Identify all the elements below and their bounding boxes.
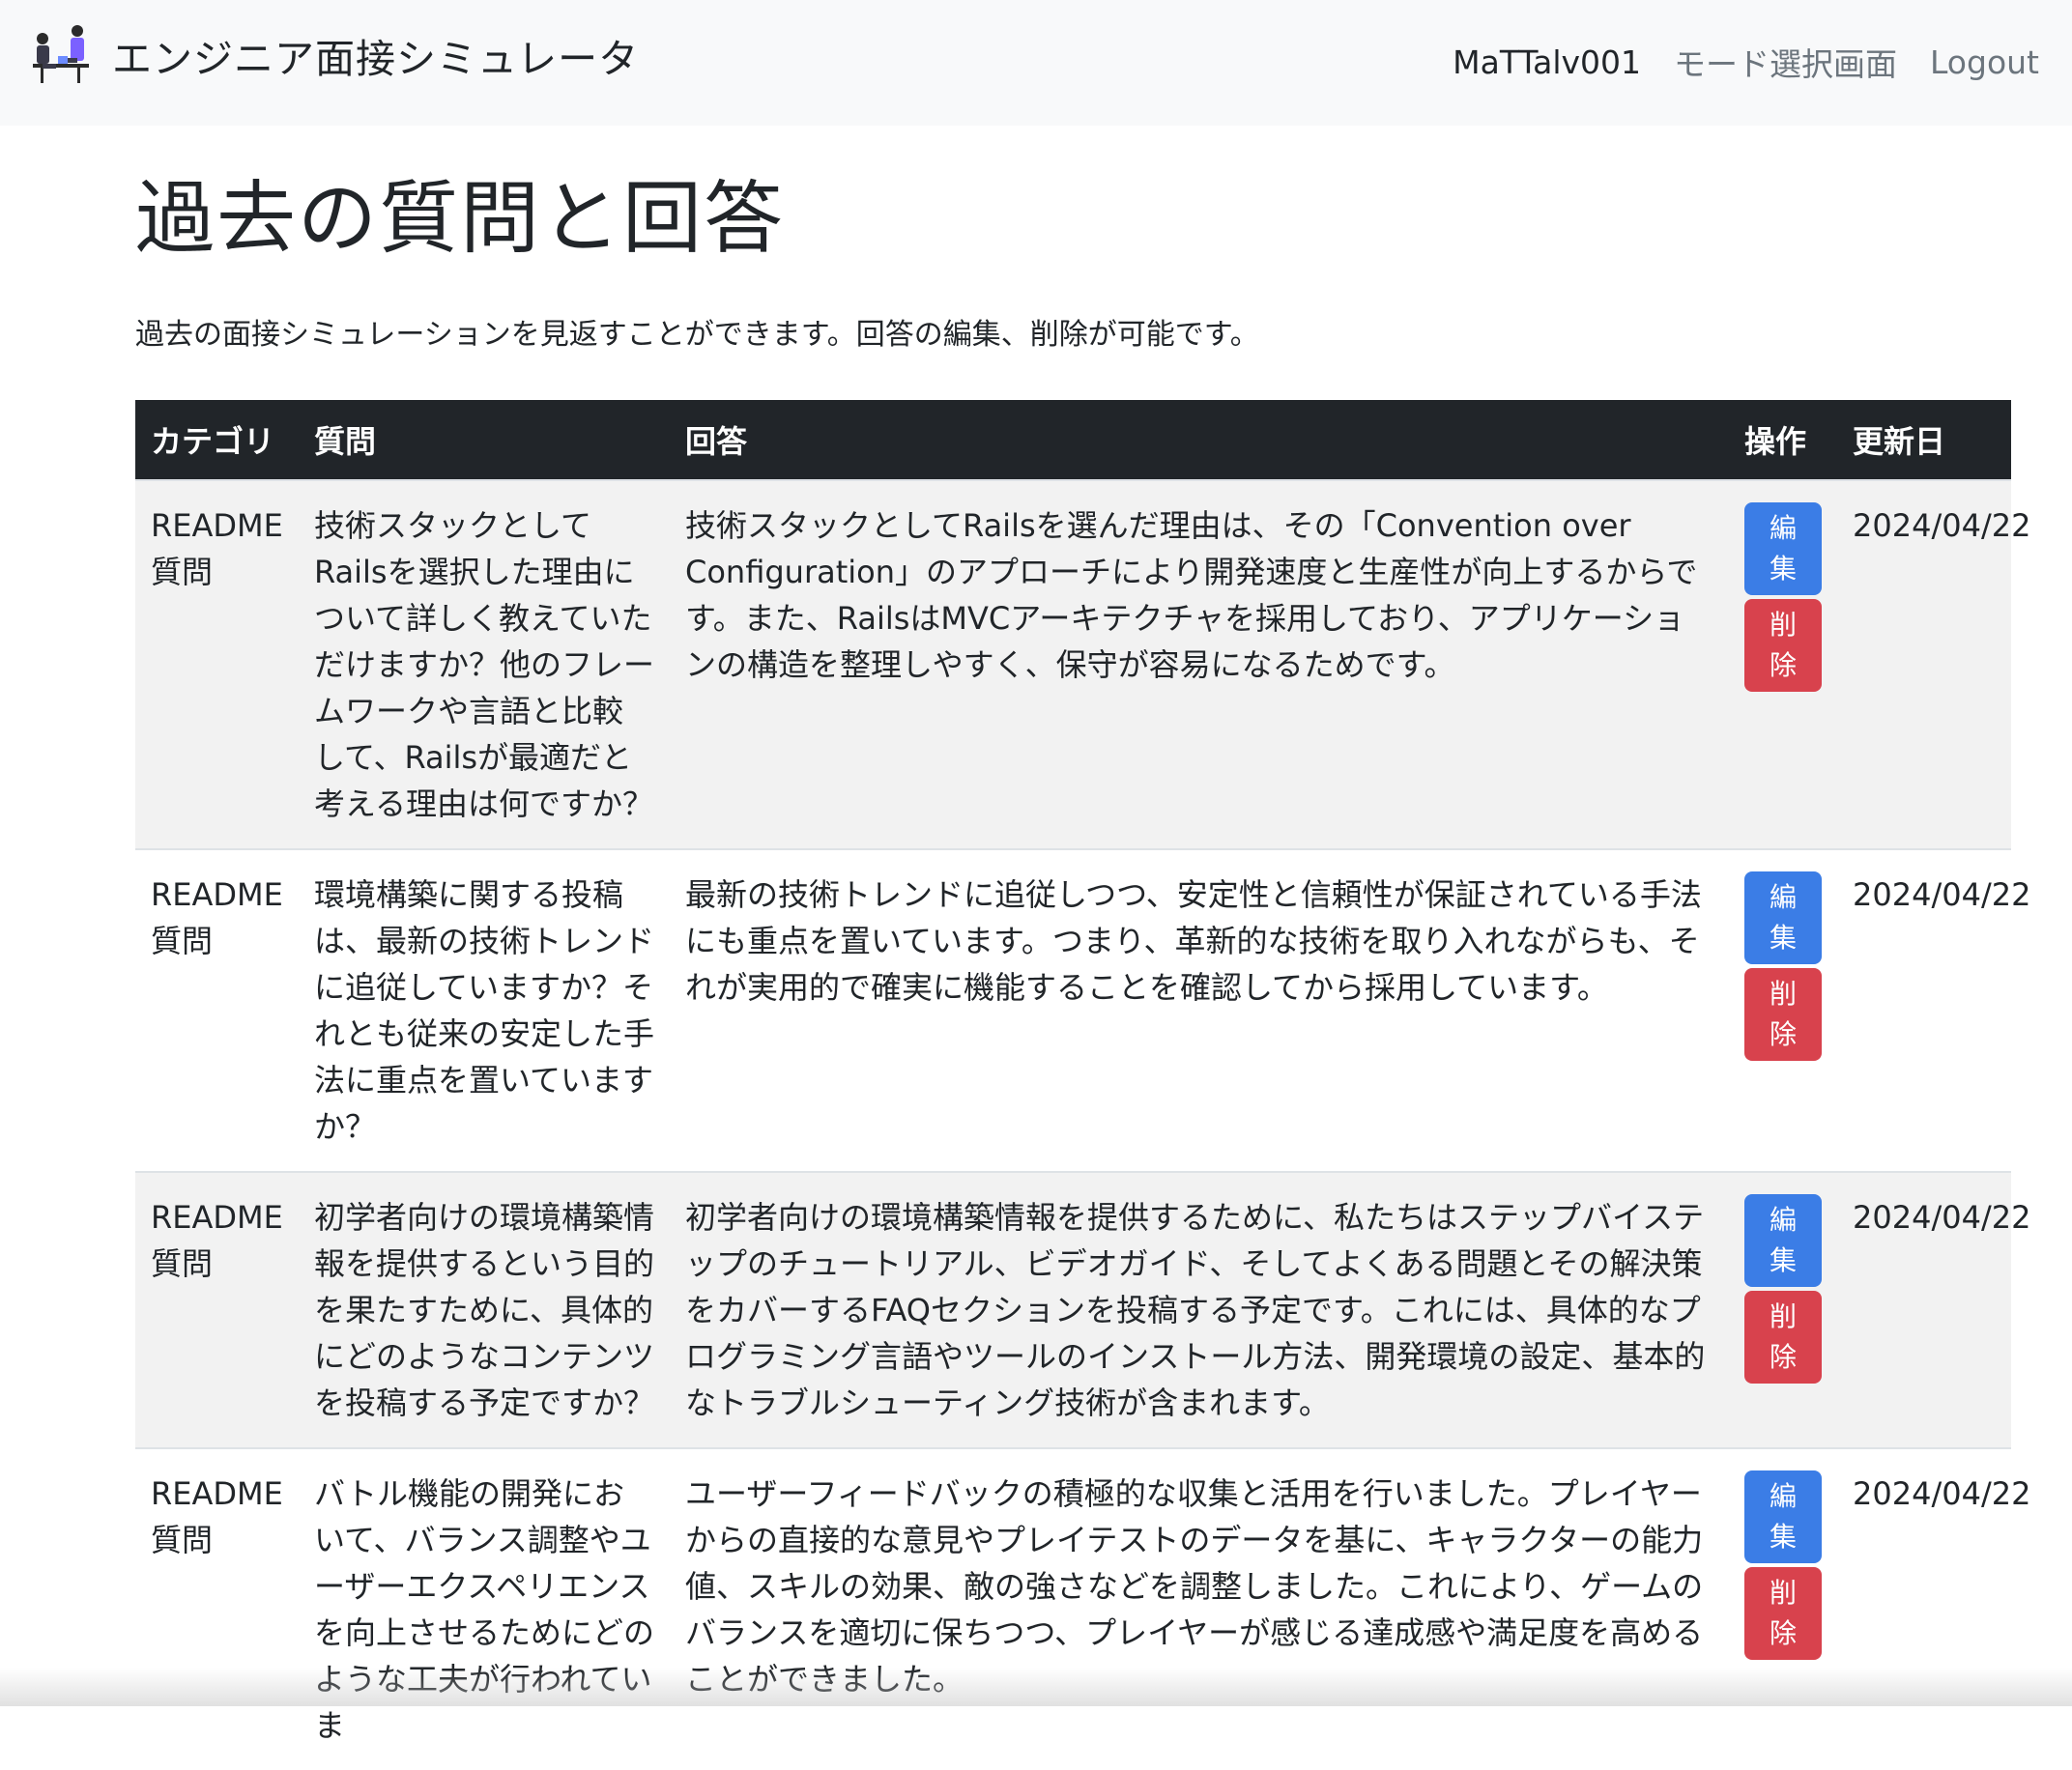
table-row: README質問 初学者向けの環境構築情報を提供するという目的を果たすために、具… — [135, 1171, 2030, 1448]
cell-answer: 最新の技術トレンドに追従しつつ、安定性と信頼性が保証されている手法にも重点を置い… — [670, 848, 1729, 1172]
header-question: 質問 — [299, 400, 670, 480]
cell-answer: 技術スタックとしてRailsを選んだ理由は、その「Convention over… — [670, 479, 1729, 849]
header-updated: 更新日 — [1837, 400, 2011, 480]
table-row: README質問 環境構築に関する投稿は、最新の技術トレンドに追従していますか？… — [135, 848, 2030, 1172]
cell-updated: 2024/04/22 — [1837, 848, 2030, 1172]
qa-table: カテゴリ 質問 回答 操作 更新日 README質問 技術スタックとしてRail… — [135, 400, 2030, 1770]
cell-question: 初学者向けの環境構築情報を提供するという目的を果たすために、具体的にどのようなコ… — [299, 1171, 670, 1448]
header-category: カテゴリ — [135, 400, 299, 480]
table-row: README質問 技術スタックとしてRailsを選択した理由について詳しく教えて… — [135, 479, 2030, 849]
cell-ops: 編集 削除 — [1729, 1171, 1837, 1448]
header-answer: 回答 — [670, 400, 1729, 480]
page-title: 過去の質問と回答 — [135, 173, 786, 265]
edit-button[interactable]: 編集 — [1744, 1470, 1822, 1563]
page-description: 過去の面接シミュレーションを見返すことができます。回答の編集、削除が可能です。 — [135, 318, 1259, 353]
cell-updated: 2024/04/22 — [1837, 1447, 2030, 1770]
delete-button[interactable]: 削除 — [1744, 1291, 1822, 1384]
cell-category: README質問 — [135, 848, 299, 1172]
cell-question: 環境構築に関する投稿は、最新の技術トレンドに追従していますか？それとも従来の安定… — [299, 848, 670, 1172]
header-ops: 操作 — [1729, 400, 1837, 480]
table-row: README質問 バトル機能の開発において、バランス調整やユーザーエクスペリエン… — [135, 1447, 2030, 1770]
main-content: 過去の質問と回答 過去の面接シミュレーションを見返すことができます。回答の編集、… — [135, 126, 2030, 1770]
table-header-row: カテゴリ 質問 回答 操作 更新日 — [135, 400, 2011, 480]
edit-button[interactable]: 編集 — [1744, 1194, 1822, 1287]
delete-button[interactable]: 削除 — [1744, 1567, 1822, 1660]
interview-people-icon — [33, 25, 89, 83]
delete-button[interactable]: 削除 — [1744, 968, 1822, 1061]
brand-title: エンジニア面接シミュレータ — [112, 36, 640, 82]
nav-username[interactable]: MaTTalv001 — [1453, 43, 1641, 81]
edit-button[interactable]: 編集 — [1744, 502, 1822, 595]
cell-category: README質問 — [135, 479, 299, 849]
cell-updated: 2024/04/22 — [1837, 479, 2030, 849]
cell-category: README質問 — [135, 1447, 299, 1770]
nav-logout-link[interactable]: Logout — [1930, 43, 2039, 81]
cell-question: 技術スタックとしてRailsを選択した理由について詳しく教えていただけますか？他… — [299, 479, 670, 849]
cell-answer: 初学者向けの環境構築情報を提供するために、私たちはステップバイステップのチュート… — [670, 1171, 1729, 1448]
nav-links: MaTTalv001 モード選択画面 Logout — [1420, 39, 2039, 85]
cell-ops: 編集 削除 — [1729, 479, 1837, 849]
delete-button[interactable]: 削除 — [1744, 599, 1822, 692]
cell-category: README質問 — [135, 1171, 299, 1448]
cell-ops: 編集 削除 — [1729, 1447, 1837, 1770]
nav-mode-select-link[interactable]: モード選択画面 — [1674, 39, 1897, 85]
cell-updated: 2024/04/22 — [1837, 1171, 2030, 1448]
cell-ops: 編集 削除 — [1729, 848, 1837, 1172]
cell-question: バトル機能の開発において、バランス調整やユーザーエクスペリエンスを向上させるため… — [299, 1447, 670, 1770]
navbar: エンジニア面接シミュレータ MaTTalv001 モード選択画面 Logout — [0, 0, 2072, 126]
edit-button[interactable]: 編集 — [1744, 871, 1822, 964]
cell-answer: ユーザーフィードバックの積極的な収集と活用を行いました。プレイヤーからの直接的な… — [670, 1447, 1729, 1770]
brand-link[interactable]: エンジニア面接シミュレータ — [29, 21, 639, 89]
